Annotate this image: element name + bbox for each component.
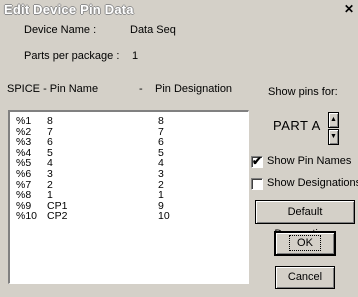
cancel-button[interactable]: Cancel: [275, 266, 335, 289]
default-designations-button[interactable]: Default Desgnations: [255, 200, 355, 240]
pin-spice: %2: [16, 125, 32, 138]
pin-designation: 10: [158, 210, 170, 223]
pin-name: 8: [47, 115, 53, 127]
show-pin-names-label[interactable]: Show Pin Names: [267, 155, 351, 167]
pin-spice: %7: [16, 178, 32, 191]
pin-name: 4: [47, 157, 53, 170]
column-header-separator: -: [139, 83, 143, 95]
pin-spice: %10: [16, 210, 38, 223]
pin-spice: %9: [16, 199, 32, 212]
pin-designation: 7: [158, 125, 164, 138]
pin-designation: 4: [158, 157, 164, 170]
parts-per-package-value: 1: [132, 50, 139, 62]
pin-name: 6: [47, 136, 53, 149]
show-designations-label[interactable]: Show Designations: [267, 177, 358, 189]
pin-spice: %5: [16, 157, 32, 170]
dialog-title: Edit Device Pin Data: [4, 2, 134, 17]
spin-up-icon[interactable]: ▲: [328, 112, 339, 128]
show-pin-names-checkbox[interactable]: ✔: [251, 154, 263, 168]
pin-designation: 5: [158, 146, 164, 159]
pin-designation: 6: [158, 136, 164, 149]
ok-button[interactable]: OK: [275, 232, 335, 255]
pin-name: 7: [47, 125, 53, 138]
spin-down-icon[interactable]: ▼: [328, 129, 339, 145]
checkmark-icon: ✔: [252, 154, 263, 168]
edit-device-pin-data-dialog: Edit Device Pin Data ✕ Device Name : Dat…: [0, 0, 358, 297]
parts-per-package-label: Parts per package :: [24, 50, 120, 62]
pin-designation: 1: [158, 189, 164, 202]
pin-name: 3: [47, 168, 53, 180]
pin-name: CP2: [47, 210, 68, 223]
pin-designation: 3: [158, 168, 164, 180]
ok-button-label: OK: [289, 235, 321, 251]
cancel-button-label: Cancel: [287, 271, 323, 283]
part-selector-value: PART A: [273, 118, 321, 133]
device-name-label: Device Name :: [24, 24, 97, 36]
pin-name: 1: [47, 189, 53, 202]
pin-designation: 9: [158, 199, 164, 212]
column-header-pin-designation: Pin Designation: [155, 83, 233, 95]
device-name-value: Data Seq: [130, 24, 176, 36]
pin-name: 5: [47, 146, 53, 159]
close-icon[interactable]: ✕: [342, 3, 356, 16]
pin-spice: %3: [16, 136, 32, 149]
pin-spice: %6: [16, 168, 32, 180]
pin-name: 2: [47, 178, 53, 191]
show-pins-for-label: Show pins for:: [268, 86, 338, 98]
pin-list[interactable]: %1 8 8 %2 7 7 %3 6 6 %4 5 5 %5 4 4 %6 3 3 %7 2 2 %8 1 1 %9 CP1 9 %1…: [8, 110, 249, 284]
pin-spice: %4: [16, 146, 32, 159]
pin-spice: %1: [16, 115, 32, 127]
column-header-spice-pin-name: SPICE - Pin Name: [7, 83, 99, 95]
show-designations-checkbox[interactable]: [251, 178, 263, 190]
pin-designation: 2: [158, 178, 164, 191]
pin-designation: 8: [158, 115, 164, 127]
title-bar: Edit Device Pin Data ✕: [0, 0, 358, 19]
pin-name: CP1: [47, 199, 68, 212]
pin-spice: %8: [16, 189, 32, 202]
part-spinner[interactable]: ▲ ▼: [328, 112, 339, 145]
